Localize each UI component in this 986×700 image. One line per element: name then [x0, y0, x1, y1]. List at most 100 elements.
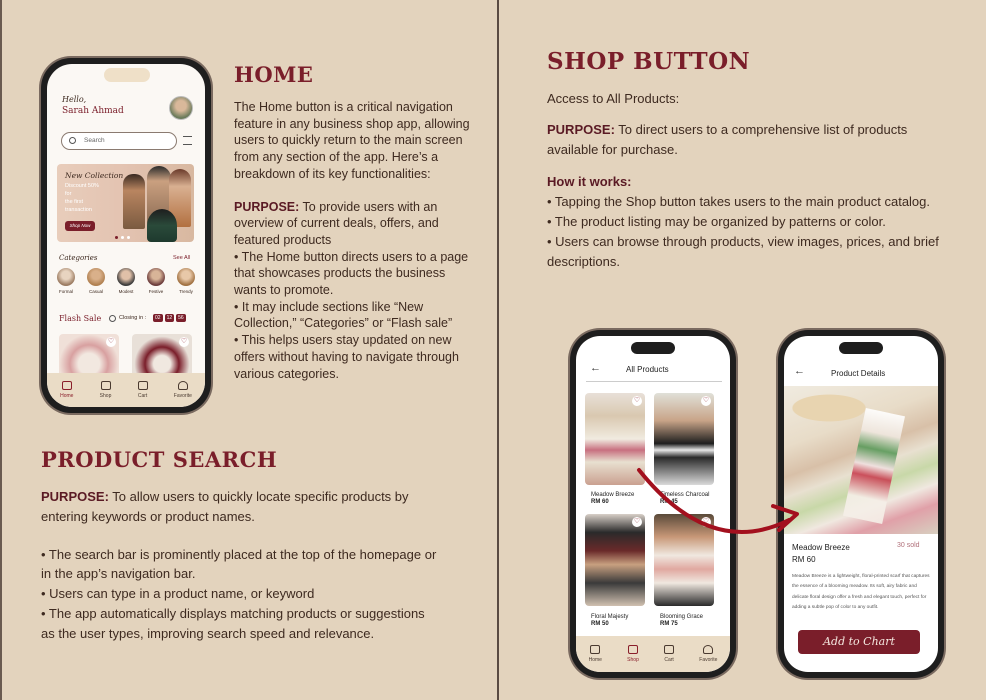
categories-row: Formal Casual Modest Festive Trendy [57, 268, 195, 294]
nav-home[interactable]: Home [589, 645, 602, 663]
home-phone-mockup: Hello, Sarah Ahmad Search New Collection… [41, 58, 211, 413]
banner-transaction: transaction [65, 207, 92, 213]
all-products-screen: ← All Products ♡ Meadow Breeze RM 60 ♡ T… [576, 336, 730, 672]
home-icon [61, 381, 72, 390]
nav-cart[interactable]: Cart [137, 381, 148, 399]
details-description: Meadow Breeze is a lightweight, floral-p… [792, 574, 930, 610]
nav-favorite[interactable]: Favorite [174, 381, 192, 399]
nav-favorite[interactable]: Favorite [699, 645, 717, 663]
flash-sale-title: Flash Sale [59, 314, 102, 323]
heart-icon[interactable]: ♡ [179, 337, 189, 347]
home-bullet: • The Home button directs users to a pag… [234, 249, 469, 298]
category-formal[interactable]: Formal [57, 268, 75, 294]
search-icon [69, 137, 76, 144]
add-to-chart-button[interactable]: Add to Chart [798, 630, 920, 654]
search-bullet: • Users can type in a product name, or k… [41, 586, 315, 602]
category-label: Modest [118, 289, 134, 294]
nav-shop[interactable]: Shop [99, 381, 112, 399]
banner-first: the first [65, 199, 84, 205]
sold-count: 30 sold [897, 542, 920, 549]
dynamic-island [631, 342, 675, 354]
greeting-text: Hello, [62, 95, 87, 104]
see-all-link[interactable]: See All [173, 255, 190, 261]
heart-icon[interactable]: ♡ [632, 517, 642, 527]
purpose-label: PURPOSE: [41, 489, 109, 504]
shop-bullet: • Tapping the Shop button takes users to… [547, 193, 931, 209]
all-products-phone-mockup: ← All Products ♡ Meadow Breeze RM 60 ♡ T… [570, 330, 736, 678]
heart-icon[interactable]: ♡ [701, 517, 711, 527]
purpose-label: PURPOSE: [234, 199, 300, 214]
bottom-nav: Home Shop Cart Favorite [576, 636, 730, 672]
shop-button-heading: SHOP BUTTON [547, 48, 751, 75]
category-image [57, 268, 75, 286]
nav-shop[interactable]: Shop [627, 645, 639, 663]
heart-icon [703, 645, 714, 654]
filter-icon[interactable] [183, 136, 192, 145]
shop-bag-icon [100, 381, 111, 390]
home-icon [590, 645, 601, 654]
back-arrow-icon[interactable]: ← [794, 365, 805, 377]
nav-label: Cart [137, 393, 148, 399]
product-card-floral-majesty[interactable]: ♡ [585, 514, 645, 606]
shop-bullet: • Users can browse through products, vie… [547, 234, 939, 270]
product-card-timeless-charcoal[interactable]: ♡ [654, 393, 714, 485]
category-trendy[interactable]: Trendy [177, 268, 195, 294]
closing-label: Closing in : [119, 315, 147, 321]
product-card-meadow-breeze[interactable]: ♡ [585, 393, 645, 485]
category-casual[interactable]: Casual [87, 268, 105, 294]
timer-minutes: 12 [164, 314, 175, 322]
bottom-nav: Home Shop Cart Favorite [47, 373, 205, 407]
right-page: SHOP BUTTON Access to All Products: PURP… [499, 0, 986, 700]
dynamic-island [839, 342, 883, 354]
home-heading: HOME [234, 62, 314, 87]
cart-icon [664, 645, 675, 654]
category-image [117, 268, 135, 286]
banner-models-image [119, 164, 194, 242]
category-label: Casual [88, 289, 103, 294]
heart-icon[interactable]: ♡ [632, 396, 642, 406]
details-product-name: Meadow Breeze [792, 543, 850, 552]
category-label: Festive [148, 289, 164, 294]
search-bar[interactable]: Search [61, 132, 177, 150]
search-input[interactable]: Search [84, 137, 105, 144]
category-festive[interactable]: Festive [147, 268, 165, 294]
new-collection-banner[interactable]: New Collection Discount 50% for the firs… [57, 164, 194, 242]
home-bullet: • This helps users stay updated on new o… [234, 333, 459, 381]
all-products-title: All Products [626, 365, 669, 374]
product-name: Floral Majesty [591, 614, 629, 620]
shop-intro: Access to All Products: [547, 91, 680, 106]
product-card-blooming-grace[interactable]: ♡ [654, 514, 714, 606]
nav-label: Cart [664, 657, 674, 663]
home-screen: Hello, Sarah Ahmad Search New Collection… [47, 64, 205, 407]
product-details-screen: ← Product Details Meadow Breeze 30 sold … [784, 336, 938, 672]
heart-icon[interactable]: ♡ [106, 337, 116, 347]
back-arrow-icon[interactable]: ← [590, 362, 601, 374]
product-name: Blooming Grace [660, 614, 704, 620]
search-bullet: • The app automatically displays matchin… [41, 605, 425, 641]
banner-title: New Collection [65, 171, 124, 180]
how-label: How it works: [547, 173, 632, 189]
user-name: Sarah Ahmad [62, 106, 124, 116]
nav-home[interactable]: Home [60, 381, 73, 399]
product-search-heading: PRODUCT SEARCH [41, 447, 278, 472]
cart-icon [137, 381, 148, 390]
banner-for: for [65, 191, 72, 197]
category-label: Trendy [179, 289, 193, 294]
nav-cart[interactable]: Cart [664, 645, 675, 663]
category-image [87, 268, 105, 286]
product-hero-image [784, 386, 938, 534]
heart-icon[interactable]: ♡ [701, 396, 711, 406]
shop-now-button[interactable]: Shop Now [65, 221, 95, 231]
search-description: PURPOSE: To allow users to quickly locat… [41, 487, 441, 644]
product-details-title: Product Details [831, 369, 886, 378]
how-it-works-label: How it works: [547, 172, 957, 192]
profile-avatar[interactable] [169, 96, 193, 120]
category-modest[interactable]: Modest [117, 268, 135, 294]
timer-hours: 02 [153, 314, 163, 322]
nav-label: Home [588, 657, 602, 663]
title-underline [586, 381, 722, 382]
home-purpose: PURPOSE: To provide users with an overvi… [234, 199, 470, 249]
nav-label: Shop [99, 393, 112, 399]
details-price: RM 60 [792, 555, 816, 564]
shop-description: Access to All Products: PURPOSE: To dire… [547, 89, 957, 273]
